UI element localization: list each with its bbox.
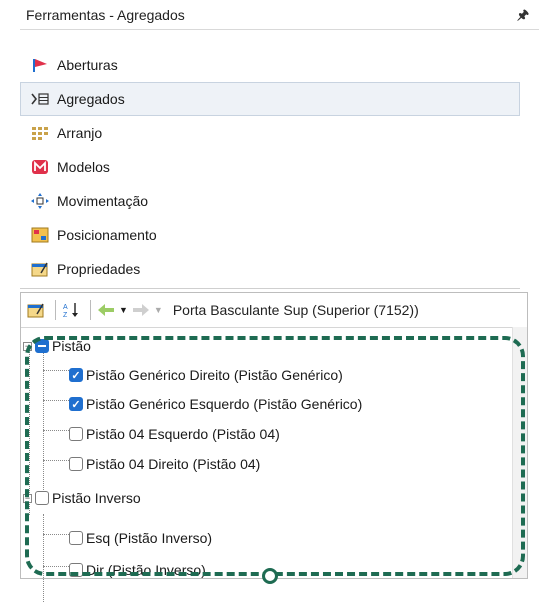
tree-connector bbox=[43, 430, 69, 431]
tree-node-pistao-04-direito[interactable]: Pistão 04 Direito (Pistão 04) bbox=[69, 452, 260, 476]
checkbox-unchecked[interactable] bbox=[69, 457, 83, 471]
movimentacao-icon bbox=[31, 193, 49, 209]
tree-connector bbox=[43, 514, 44, 602]
section-movimentacao[interactable]: Movimentação bbox=[20, 184, 520, 218]
checkbox-partial[interactable] bbox=[35, 339, 49, 353]
forward-icon[interactable] bbox=[132, 303, 150, 317]
tree-node-label: Pistão 04 Esquerdo (Pistão 04) bbox=[86, 426, 280, 442]
section-modelos[interactable]: Modelos bbox=[20, 150, 520, 184]
annotation-dot bbox=[262, 568, 278, 584]
sort-az-icon[interactable]: AZ bbox=[62, 301, 80, 319]
collapse-icon[interactable]: − bbox=[23, 493, 32, 503]
aberturas-icon bbox=[31, 57, 49, 73]
divider bbox=[20, 288, 520, 289]
section-propriedades[interactable]: Propriedades bbox=[20, 252, 520, 286]
tree-node-label: Esq (Pistão Inverso) bbox=[86, 530, 213, 546]
toolbar-separator bbox=[90, 300, 91, 320]
properties-icon[interactable] bbox=[27, 302, 45, 318]
propriedades-icon bbox=[31, 261, 49, 277]
tree-node-label: Pistão Inverso bbox=[52, 490, 141, 506]
collapse-icon[interactable]: − bbox=[23, 341, 32, 351]
section-label: Aberturas bbox=[57, 57, 118, 73]
section-label: Movimentação bbox=[57, 193, 149, 209]
checkbox-checked[interactable]: ✓ bbox=[69, 368, 83, 382]
tree-node-label: Pistão Genérico Direito (Pistão Genérico… bbox=[86, 367, 343, 383]
section-label: Agregados bbox=[57, 91, 125, 107]
pin-icon[interactable]: 🖈 bbox=[517, 6, 529, 28]
checkbox-unchecked[interactable] bbox=[69, 563, 83, 577]
tree-connector bbox=[43, 534, 69, 535]
section-label: Modelos bbox=[57, 159, 110, 175]
section-arranjo[interactable]: Arranjo bbox=[20, 116, 520, 150]
tree-node-pistao-inverso[interactable]: − Pistão Inverso bbox=[23, 486, 141, 510]
checkbox-checked[interactable]: ✓ bbox=[69, 397, 83, 411]
back-icon[interactable] bbox=[97, 303, 115, 317]
modelos-icon bbox=[31, 159, 49, 175]
arranjo-icon bbox=[31, 125, 49, 141]
vertical-scrollbar[interactable] bbox=[512, 327, 527, 578]
svg-text:Z: Z bbox=[63, 312, 68, 319]
section-label: Arranjo bbox=[57, 125, 103, 141]
tree-node-pistao-generico-direito[interactable]: ✓ Pistão Genérico Direito (Pistão Genéri… bbox=[69, 363, 343, 387]
aggregates-panel: AZ ▼ ▼ Porta Basculante Sup (Superior (7… bbox=[20, 292, 528, 602]
tree-node-pistao-04-esquerdo[interactable]: Pistão 04 Esquerdo (Pistão 04) bbox=[69, 422, 280, 446]
tree-toolbar: AZ ▼ ▼ Porta Basculante Sup (Superior (7… bbox=[21, 293, 527, 328]
tree-connector bbox=[43, 400, 69, 401]
checkbox-unchecked[interactable] bbox=[35, 491, 49, 505]
section-aberturas[interactable]: Aberturas bbox=[20, 48, 520, 82]
tree-node-pistao-generico-esquerdo[interactable]: ✓ Pistão Genérico Esquerdo (Pistão Genér… bbox=[69, 392, 362, 416]
tree-node-label: Pistão bbox=[52, 338, 91, 354]
section-list: Aberturas Agregados Arranjo Modelos Movi… bbox=[20, 48, 520, 286]
toolbar-separator bbox=[55, 300, 56, 320]
forward-dropdown-icon[interactable]: ▼ bbox=[154, 305, 163, 315]
tree-node-pistao[interactable]: − Pistão bbox=[23, 334, 91, 358]
tree-node-label: Dir (Pistão Inverso) bbox=[86, 562, 206, 578]
tree-connector bbox=[43, 460, 69, 461]
tree-node-esq-pistao-inverso[interactable]: Esq (Pistão Inverso) bbox=[69, 526, 212, 550]
posicionamento-icon bbox=[31, 227, 49, 243]
svg-text:A: A bbox=[63, 304, 68, 311]
checkbox-unchecked[interactable] bbox=[69, 531, 83, 545]
section-label: Propriedades bbox=[57, 261, 141, 277]
back-dropdown-icon[interactable]: ▼ bbox=[119, 305, 128, 315]
checkbox-unchecked[interactable] bbox=[69, 427, 83, 441]
agregados-icon bbox=[31, 91, 49, 107]
tree-node-label: Pistão 04 Direito (Pistão 04) bbox=[86, 456, 261, 472]
panel-title-bar: Ferramentas - Agregados 🖈 bbox=[20, 0, 539, 30]
tree-connector bbox=[43, 566, 69, 567]
tree-node-dir-pistao-inverso[interactable]: Dir (Pistão Inverso) bbox=[69, 558, 206, 582]
section-posicionamento[interactable]: Posicionamento bbox=[20, 218, 520, 252]
tree-connector bbox=[43, 370, 69, 371]
tree-connector bbox=[43, 352, 44, 502]
section-label: Posicionamento bbox=[57, 227, 157, 243]
current-object-label: Porta Basculante Sup (Superior (7152)) bbox=[172, 302, 419, 318]
section-agregados[interactable]: Agregados bbox=[20, 82, 520, 116]
tree-node-label: Pistão Genérico Esquerdo (Pistão Genéric… bbox=[86, 396, 363, 412]
panel-title: Ferramentas - Agregados bbox=[26, 6, 185, 23]
